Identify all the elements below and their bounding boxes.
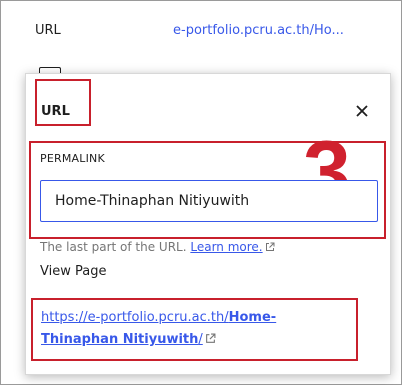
learn-more-link[interactable]: Learn more.	[190, 240, 262, 254]
help-text: The last part of the URL.	[40, 240, 187, 254]
url-settings-row[interactable]: URL e-portfolio.pcru.ac.th/Ho...	[1, 1, 401, 63]
permalink-full-url-link[interactable]: https://e-portfolio.pcru.ac.th/Home- Thi…	[41, 307, 341, 351]
permalink-slug-input[interactable]	[40, 180, 378, 222]
url-slug-part2: Thinaphan Nitiyuwith	[41, 332, 199, 347]
url-slug-part1: Home-	[228, 310, 277, 325]
url-suffix: /	[198, 332, 203, 347]
close-button[interactable]	[351, 100, 373, 122]
url-row-label: URL	[35, 23, 61, 38]
close-icon	[356, 105, 368, 117]
external-link-icon	[265, 242, 275, 251]
url-prefix: https://e-portfolio.pcru.ac.th/	[41, 310, 229, 325]
permalink-label: PERMALINK	[40, 152, 105, 165]
annotation-box-title	[35, 79, 91, 126]
url-settings-panel: URL e-portfolio.pcru.ac.th/Ho... URL 3 P…	[0, 0, 402, 385]
permalink-help-text: The last part of the URL. Learn more.	[40, 240, 275, 254]
external-link-icon	[205, 333, 216, 343]
view-page-label: View Page	[40, 264, 107, 279]
url-row-value-button[interactable]: e-portfolio.pcru.ac.th/Ho...	[173, 23, 344, 38]
